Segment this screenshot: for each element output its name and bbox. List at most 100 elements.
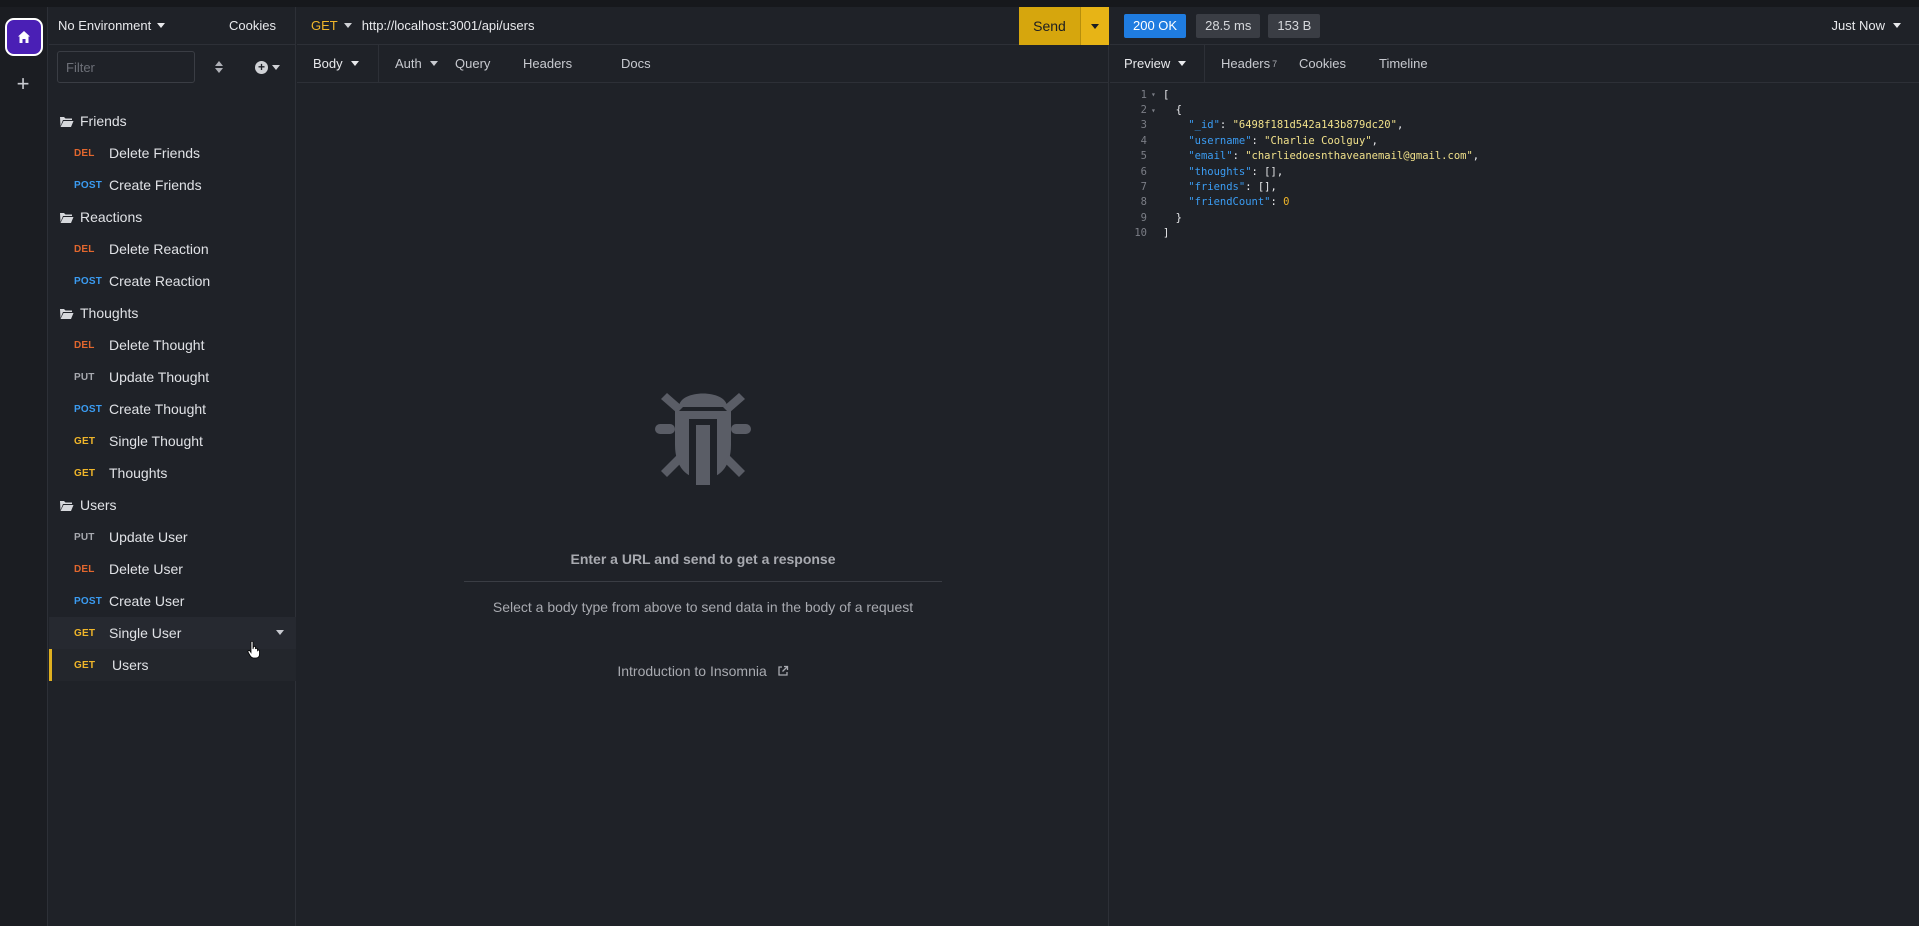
folder-open-icon [60, 308, 74, 319]
cookies-button[interactable]: Cookies [229, 18, 276, 33]
line-number: 10 [1134, 227, 1147, 240]
environment-label: No Environment [58, 18, 152, 33]
request-label: Update Thought [109, 369, 210, 385]
tab-body[interactable]: Body [297, 45, 378, 83]
tab-label: Body [313, 56, 343, 71]
method-badge: PUT [74, 371, 95, 383]
tab-response-headers[interactable]: Headers 7 [1205, 45, 1299, 83]
request-label: Create User [109, 593, 185, 609]
request-item[interactable]: DEL Delete Reaction [49, 233, 296, 265]
request-pane: GET http://localhost:3001/api/users Send… [297, 7, 1109, 926]
url-bar: GET http://localhost:3001/api/users Send [297, 7, 1109, 45]
filter-row: + [49, 45, 295, 89]
method-badge: GET [74, 467, 96, 479]
request-item[interactable]: POST Create User [49, 585, 296, 617]
request-label: Delete Thought [109, 337, 205, 353]
folder-label: Users [80, 497, 117, 513]
response-body: 1 ▾ [ 2 ▾ { 3 "_id": "6498f181d542a143b879d… [1110, 87, 1479, 241]
intro-link[interactable]: Introduction to Insomnia [297, 663, 1109, 679]
request-label: Create Friends [109, 177, 202, 193]
request-item[interactable]: DEL Delete Thought [49, 329, 296, 361]
tab-label: Docs [621, 56, 651, 71]
tab-headers[interactable]: Headers [523, 45, 621, 83]
plus-circle-icon: + [255, 60, 268, 74]
chevron-down-icon [157, 23, 166, 28]
json-key: "username" [1188, 134, 1252, 147]
json-value: "6498f181d542a143b879dc20" [1232, 119, 1397, 132]
line-number: 3 [1140, 119, 1147, 132]
json-punct: , [1270, 181, 1277, 194]
request-label: Create Reaction [109, 273, 211, 289]
empty-state-subtitle: Select a body type from above to send da… [492, 599, 914, 615]
tab-label: Headers [523, 56, 573, 71]
request-label: Users [112, 657, 149, 673]
method-badge: GET [74, 627, 96, 639]
json-value: "Charlie Coolguy" [1264, 134, 1372, 147]
divider [464, 581, 942, 582]
folder-users[interactable]: Users [49, 489, 296, 521]
request-item[interactable]: POST Create Thought [49, 393, 296, 425]
code-line: 3 "_id": "6498f181d542a143b879dc20", [1110, 118, 1479, 133]
headers-count-badge: 7 [1272, 58, 1278, 69]
method-badge: DEL [74, 243, 95, 255]
home-icon[interactable] [5, 18, 43, 56]
fold-icon[interactable]: ▾ [1151, 90, 1159, 99]
code-text: "_id": "6498f181d542a143b879dc20", [1188, 119, 1404, 132]
code-text: } [1163, 211, 1182, 224]
line-number: 2 [1140, 104, 1147, 117]
chevron-down-icon [1178, 61, 1187, 66]
history-dropdown[interactable]: Just Now [1832, 18, 1901, 33]
folder-thoughts[interactable]: Thoughts [49, 297, 296, 329]
method-badge: DEL [74, 339, 95, 351]
code-line: 4 "username": "Charlie Coolguy", [1110, 133, 1479, 148]
tab-label: Cookies [1299, 56, 1346, 71]
code-line: 6 "thoughts": [], [1110, 164, 1479, 179]
request-item[interactable]: POST Create Reaction [49, 265, 296, 297]
fold-icon[interactable]: ▾ [1151, 106, 1159, 115]
request-label: Create Thought [109, 401, 207, 417]
add-project-icon[interactable]: + [12, 73, 34, 95]
tab-timeline[interactable]: Timeline [1379, 45, 1459, 83]
request-item[interactable]: DEL Delete Friends [49, 137, 296, 169]
request-item[interactable]: GET Thoughts [49, 457, 296, 489]
filter-input[interactable] [57, 51, 195, 83]
request-item[interactable]: PUT Update User [49, 521, 296, 553]
method-selector[interactable]: GET [297, 18, 352, 33]
tab-label: Headers [1221, 56, 1271, 71]
json-punct: , [1396, 119, 1404, 132]
chevron-down-icon [1091, 23, 1099, 29]
method-badge: POST [74, 179, 103, 191]
folder-open-icon [60, 212, 74, 223]
send-button[interactable]: Send [1019, 7, 1080, 45]
create-menu-button[interactable]: + [255, 60, 280, 74]
folder-friends[interactable]: Friends [49, 105, 296, 137]
request-item[interactable]: PUT Update Thought [49, 361, 296, 393]
json-key: "email" [1188, 150, 1233, 163]
request-label: Delete User [109, 561, 183, 577]
request-item[interactable]: GET Single Thought [49, 425, 296, 457]
json-punct: , [1371, 134, 1378, 147]
tab-auth[interactable]: Auth [379, 45, 455, 83]
request-item[interactable]: DEL Delete User [49, 553, 296, 585]
url-input[interactable]: http://localhost:3001/api/users [362, 18, 535, 33]
environment-selector[interactable]: No Environment [49, 18, 209, 33]
code-text: [ [1163, 88, 1170, 101]
request-label: Delete Friends [109, 145, 201, 161]
line-number: 6 [1140, 165, 1147, 178]
tab-query[interactable]: Query [455, 45, 523, 83]
request-actions-dropdown-icon[interactable] [276, 630, 284, 635]
code-text: ] [1163, 227, 1170, 240]
code-line: 2 ▾ { [1110, 102, 1479, 117]
request-tabs: Body Auth Query Headers Docs [297, 44, 1108, 83]
send-options-button[interactable] [1080, 7, 1109, 45]
code-text: "friendCount": 0 [1188, 196, 1290, 209]
tab-preview[interactable]: Preview [1110, 44, 1205, 83]
code-line: 9 } [1110, 210, 1479, 225]
request-item[interactable]: POST Create Friends [49, 169, 296, 201]
folder-reactions[interactable]: Reactions [49, 201, 296, 233]
sort-icon[interactable] [213, 59, 225, 75]
line-number: 7 [1140, 181, 1147, 194]
json-value: [] [1264, 165, 1277, 178]
tab-response-cookies[interactable]: Cookies [1299, 45, 1379, 83]
tab-docs[interactable]: Docs [621, 45, 681, 83]
